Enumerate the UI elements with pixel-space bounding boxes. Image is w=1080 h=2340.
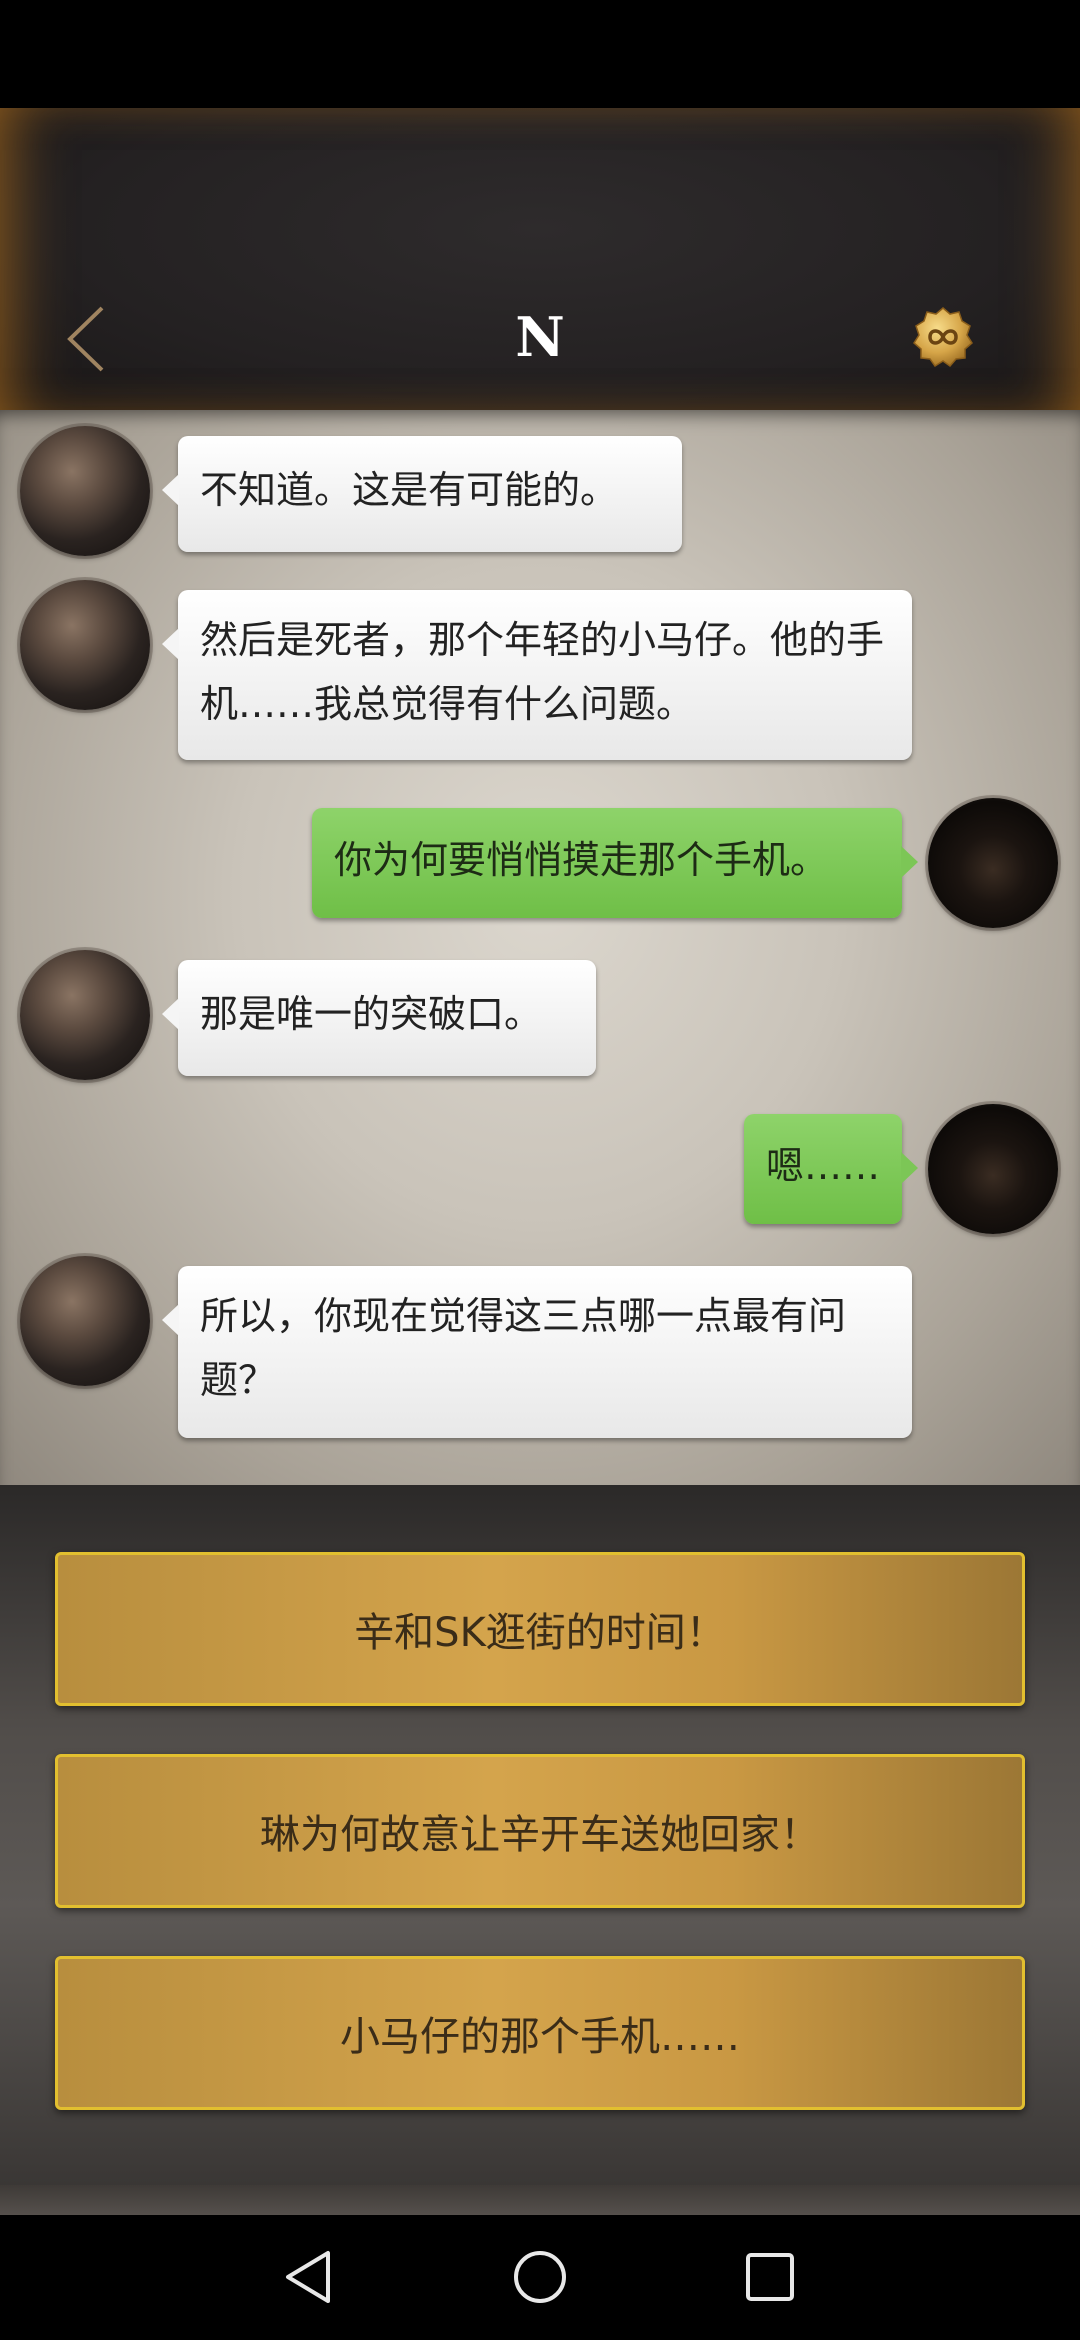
player-avatar bbox=[928, 1104, 1058, 1234]
square-recents-icon bbox=[746, 2253, 794, 2301]
nav-back-button[interactable] bbox=[268, 2237, 348, 2317]
message-text: 不知道。这是有可能的。 bbox=[200, 468, 619, 512]
npc-avatar bbox=[20, 1256, 150, 1386]
nav-recents-button[interactable] bbox=[730, 2237, 810, 2317]
npc-avatar bbox=[20, 950, 150, 1080]
message-text: 嗯…… bbox=[766, 1144, 881, 1188]
circle-home-icon bbox=[514, 2251, 566, 2303]
message-text: 那是唯一的突破口。 bbox=[200, 992, 543, 1036]
message-text: 你为何要悄悄摸走那个手机。 bbox=[334, 838, 829, 882]
player-message-bubble: 嗯…… bbox=[744, 1114, 918, 1224]
triangle-back-icon bbox=[286, 2251, 330, 2303]
game-screen: N 不知道。这是有可能的。 然后是死者，那个年轻的小马仔。他的手机……我总觉得有… bbox=[0, 0, 1080, 2340]
message-text: 所以，你现在觉得这三点哪一点最有问题？ bbox=[200, 1294, 847, 1402]
option-button[interactable]: 辛和SK逛街的时间！ bbox=[55, 1552, 1025, 1706]
player-avatar bbox=[928, 798, 1058, 928]
player-message-bubble: 你为何要悄悄摸走那个手机。 bbox=[312, 808, 918, 918]
status-bar bbox=[0, 0, 1080, 108]
nav-home-button[interactable] bbox=[500, 2237, 580, 2317]
page-title: N bbox=[515, 305, 565, 369]
back-button[interactable] bbox=[56, 294, 116, 384]
option-button[interactable]: 琳为何故意让辛开车送她回家！ bbox=[55, 1754, 1025, 1908]
npc-avatar bbox=[20, 580, 150, 710]
option-button[interactable]: 小马仔的那个手机…… bbox=[55, 1956, 1025, 2110]
npc-message-bubble: 那是唯一的突破口。 bbox=[162, 960, 596, 1076]
npc-message-bubble: 然后是死者，那个年轻的小马仔。他的手机……我总觉得有什么问题。 bbox=[162, 590, 912, 760]
system-nav-bar bbox=[0, 2215, 1080, 2340]
npc-message-bubble: 不知道。这是有可能的。 bbox=[162, 436, 682, 552]
npc-avatar bbox=[20, 426, 150, 556]
infinity-badge-icon bbox=[913, 307, 973, 368]
hint-button[interactable] bbox=[912, 306, 974, 368]
bottom-frame bbox=[0, 2185, 1080, 2215]
message-text: 然后是死者，那个年轻的小马仔。他的手机……我总觉得有什么问题。 bbox=[200, 618, 885, 726]
npc-message-bubble: 所以，你现在觉得这三点哪一点最有问题？ bbox=[162, 1266, 912, 1438]
chevron-left-icon bbox=[67, 306, 104, 372]
